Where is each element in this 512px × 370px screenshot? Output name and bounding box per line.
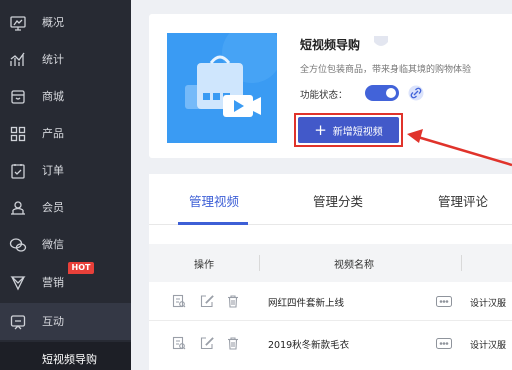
product-description: 全方位包装商品，带来身临其境的购物体验	[300, 65, 472, 75]
edit-icon[interactable]	[200, 336, 214, 350]
plus-icon: +	[314, 120, 327, 139]
sidebar: 概况 统计 商城 产品 订单 会员 微信 营销 HOT 互动 短视频导购	[0, 0, 131, 370]
delete-icon[interactable]	[226, 336, 240, 350]
preview-icon[interactable]	[172, 336, 186, 350]
sidebar-item-label: 产品	[42, 127, 64, 140]
tab-manage-comments[interactable]: 管理评论	[438, 191, 488, 210]
sidebar-item-interaction[interactable]: 互动	[0, 303, 131, 340]
sidebar-item-label: 微信	[42, 238, 64, 251]
active-tab-indicator	[178, 222, 248, 225]
sidebar-item-label: 订单	[42, 164, 64, 177]
tab-manage-videos[interactable]: 管理视频	[189, 191, 239, 210]
overview-icon	[10, 16, 26, 31]
video-name: 2019秋冬新款毛衣	[268, 340, 350, 351]
wechat-icon	[9, 238, 27, 252]
sidebar-item-overview[interactable]: 概况	[0, 4, 131, 41]
store-icon	[11, 90, 25, 104]
preview-icon[interactable]	[172, 294, 186, 308]
sidebar-item-label: 营销	[42, 276, 64, 289]
link-icon[interactable]	[408, 85, 424, 101]
annotation-arrow	[407, 129, 512, 167]
sidebar-item-label: 商城	[42, 90, 64, 103]
column-separator	[461, 255, 462, 271]
video-name: 网红四件套新上线	[268, 298, 345, 309]
sidebar-subitem-label: 短视频导购	[42, 353, 97, 366]
app-root: 概况 统计 商城 产品 订单 会员 微信 营销 HOT 互动 短视频导购 短视频…	[0, 0, 512, 370]
sidebar-item-label: 互动	[42, 315, 64, 328]
sidebar-item-label: 概况	[42, 16, 64, 29]
sidebar-subitem-short-video[interactable]: 短视频导购	[0, 342, 131, 370]
hot-badge: HOT	[68, 262, 94, 274]
interaction-icon	[10, 315, 26, 330]
video-category: 设计汉服	[470, 341, 507, 351]
sidebar-item-marketing[interactable]: 营销	[0, 264, 131, 301]
edit-icon[interactable]	[200, 294, 214, 308]
video-category: 设计汉服	[470, 299, 507, 309]
column-header-video-name: 视频名称	[334, 260, 374, 271]
marketing-icon	[10, 276, 26, 291]
product-thumbnail	[167, 23, 282, 143]
sidebar-item-member[interactable]: 会员	[0, 189, 131, 226]
column-separator	[259, 255, 260, 271]
sidebar-item-label: 会员	[42, 201, 64, 214]
product-icon	[10, 126, 26, 142]
sidebar-item-stats[interactable]: 统计	[0, 41, 131, 78]
status-toggle[interactable]	[365, 85, 399, 101]
tab-manage-categories[interactable]: 管理分类	[313, 191, 363, 210]
badge-icon	[374, 36, 388, 46]
more-options-icon[interactable]	[436, 296, 452, 307]
shopping-video-illustration	[167, 23, 282, 143]
add-button-label: 新增短视频	[332, 126, 383, 138]
stats-icon	[10, 52, 25, 66]
product-title: 短视频导购	[300, 38, 361, 52]
sidebar-item-label: 统计	[42, 53, 64, 66]
toggle-knob	[386, 88, 396, 98]
sidebar-item-wechat[interactable]: 微信	[0, 226, 131, 263]
column-header-actions: 操作	[194, 260, 214, 271]
status-label: 功能状态：	[300, 90, 348, 101]
add-short-video-button[interactable]: + 新增短视频	[298, 117, 399, 143]
order-icon	[11, 164, 25, 179]
delete-icon[interactable]	[226, 294, 240, 308]
sidebar-item-product[interactable]: 产品	[0, 115, 131, 152]
sidebar-item-order[interactable]: 订单	[0, 152, 131, 189]
sidebar-item-store[interactable]: 商城	[0, 78, 131, 115]
more-options-icon[interactable]	[436, 338, 452, 349]
member-icon	[11, 201, 25, 215]
